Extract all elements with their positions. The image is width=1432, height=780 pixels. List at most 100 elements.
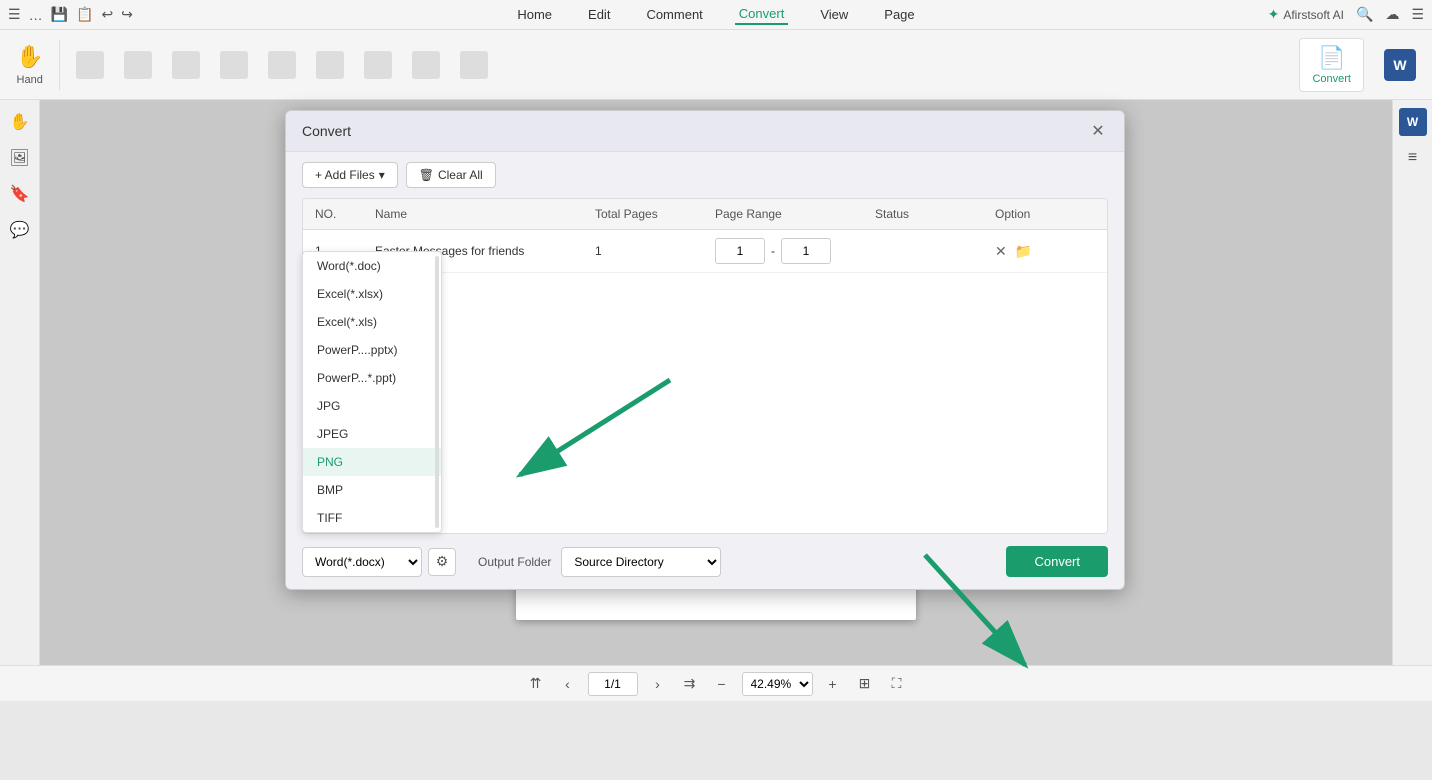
main-content: ✋ 🖼 🔖 💬 W ≡ Convert ✕ + Add Files ▾ [0,100,1432,665]
menu-page[interactable]: Page [880,5,918,24]
ai-brand: ✦ Afirstsoft AI [1268,6,1344,23]
clear-all-icon: 🗑 [419,168,434,182]
dropdown-item-bmp[interactable]: BMP [303,476,441,504]
menu-comment[interactable]: Comment [642,5,706,24]
output-folder-select[interactable]: Source Directory Custom... [561,547,721,577]
toolbar-icon-1[interactable] [68,47,112,83]
output-select-wrapper: Source Directory Custom... [561,547,721,577]
menu-edit[interactable]: Edit [584,5,614,24]
undo-icon[interactable]: ↩ [101,6,113,23]
save-as-icon[interactable]: 📋 [76,6,93,23]
toolbar-icon-5[interactable] [260,47,304,83]
format-dropdown-menu: Word(*.doc) Excel(*.xlsx) Excel(*.xls) P… [302,251,442,533]
dropdown-item-jpg[interactable]: JPG [303,392,441,420]
sidebar-icon-image[interactable]: 🖼 [6,144,34,172]
output-folder-label: Output Folder [478,555,551,569]
nav-last-button[interactable]: ⇉ [678,672,702,696]
nav-first-button[interactable]: ⇈ [524,672,548,696]
clear-all-button[interactable]: 🗑 Clear All [406,162,496,188]
menu-bar-center: Home Edit Comment Convert View Page [232,4,1200,25]
page-to-input[interactable] [781,238,831,264]
menu-bar: ☰ … 💾 📋 ↩ ↪ Home Edit Comment Convert Vi… [0,0,1432,30]
add-files-button[interactable]: + Add Files ▾ [302,162,398,188]
hand-tool[interactable]: ✋ Hand [8,40,51,90]
dropdown-item-ppt[interactable]: PowerP...*.ppt) [303,364,441,392]
zoom-out-button[interactable]: − [710,672,734,696]
toolbar-separator-1 [59,40,60,90]
hamburger-icon[interactable]: ☰ [8,6,21,23]
dialog-footer: Word(*.docx) Word(*.doc) Excel(*.xlsx) E… [286,534,1124,589]
option-close-icon[interactable]: ✕ [995,243,1007,260]
fullscreen-button[interactable]: ⛶ [885,672,909,696]
header-option: Option [995,207,1095,221]
dropdown-item-tiff[interactable]: TIFF [303,504,441,532]
header-status: Status [875,207,995,221]
dropdown-item-excel-xls[interactable]: Excel(*.xls) [303,308,441,336]
hand-label: Hand [17,74,43,86]
redo-icon[interactable]: ↪ [121,6,133,23]
dropdown-item-excel-xlsx[interactable]: Excel(*.xlsx) [303,280,441,308]
convert-button[interactable]: Convert [1006,546,1108,577]
menu-bar-right: ✦ Afirstsoft AI 🔍 ☁ ☰ [1204,6,1424,23]
toolbar-icon-9[interactable] [452,47,496,83]
toolbar: ✋ Hand 📄 [0,30,1432,100]
toolbar-icon-3[interactable] [164,47,208,83]
dots-icon[interactable]: … [29,7,43,23]
sidebar-icon-comment[interactable]: 💬 [6,216,34,244]
dialog-close-button[interactable]: ✕ [1088,121,1108,141]
output-folder-section: Word(*.docx) Word(*.doc) Excel(*.xlsx) E… [302,547,721,577]
dialog-toolbar: + Add Files ▾ 🗑 Clear All [286,152,1124,198]
toolbar-icon-8[interactable] [404,47,448,83]
menu-view[interactable]: View [816,5,852,24]
option-folder-icon[interactable]: 📁 [1015,243,1032,260]
status-bar: ⇈ ‹ › ⇉ − 42.49% + ⊞ ⛶ [0,665,1432,701]
right-sidebar-word-icon[interactable]: W [1384,49,1416,81]
menu-home[interactable]: Home [513,5,556,24]
toolbar-icon-6[interactable] [308,47,352,83]
right-sidebar-align-icon[interactable]: ≡ [1399,144,1427,172]
right-sidebar-text-icon[interactable]: W [1399,108,1427,136]
ai-star-icon: ✦ [1268,6,1280,23]
page-range-dash: - [771,244,775,258]
dropdown-item-pptx[interactable]: PowerP....pptx) [303,336,441,364]
dropdown-item-jpeg[interactable]: JPEG [303,420,441,448]
header-no: NO. [315,207,375,221]
page-number-input[interactable] [588,672,638,696]
dropdown-scrollbar[interactable] [435,256,439,528]
settings-button[interactable]: ⚙ [428,548,456,576]
sidebar-icon-bookmark[interactable]: 🔖 [6,180,34,208]
clear-all-label: Clear All [438,168,483,182]
ai-brand-label: Afirstsoft AI [1283,8,1344,22]
zoom-in-button[interactable]: + [821,672,845,696]
cloud-icon[interactable]: ☁ [1385,6,1399,23]
dialog-title: Convert [302,123,351,139]
topbar-sidebar-icon[interactable]: ☰ [1411,6,1424,23]
search-icon[interactable]: 🔍 [1356,6,1373,23]
add-files-dropdown-icon: ▾ [379,168,385,182]
sidebar-icon-hand[interactable]: ✋ [6,108,34,136]
header-total-pages: Total Pages [595,207,715,221]
zoom-select[interactable]: 42.49% [742,672,813,696]
toolbar-convert-button[interactable]: 📄 Convert [1299,38,1364,92]
cell-option: ✕ 📁 [995,243,1095,260]
nav-next-button[interactable]: › [646,672,670,696]
format-select-wrapper: Word(*.docx) Word(*.doc) Excel(*.xlsx) E… [302,547,456,577]
cell-page-range: - [715,238,875,264]
dialog-titlebar: Convert ✕ [286,111,1124,152]
add-files-label: + Add Files [315,168,375,182]
dropdown-item-png[interactable]: PNG [303,448,441,476]
format-select[interactable]: Word(*.docx) Word(*.doc) Excel(*.xlsx) E… [302,547,422,577]
nav-prev-button[interactable]: ‹ [556,672,580,696]
left-sidebar: ✋ 🖼 🔖 💬 [0,100,40,665]
table-header: NO. Name Total Pages Page Range Status O… [303,199,1107,230]
toolbar-icon-4[interactable] [212,47,256,83]
toolbar-icon-7[interactable] [356,47,400,83]
toolbar-icon-2[interactable] [116,47,160,83]
page-from-input[interactable] [715,238,765,264]
menu-convert[interactable]: Convert [735,4,789,25]
fit-page-button[interactable]: ⊞ [853,672,877,696]
save-icon[interactable]: 💾 [51,6,68,23]
header-name: Name [375,207,595,221]
dropdown-item-word-doc[interactable]: Word(*.doc) [303,252,441,280]
right-sidebar: W ≡ [1392,100,1432,665]
